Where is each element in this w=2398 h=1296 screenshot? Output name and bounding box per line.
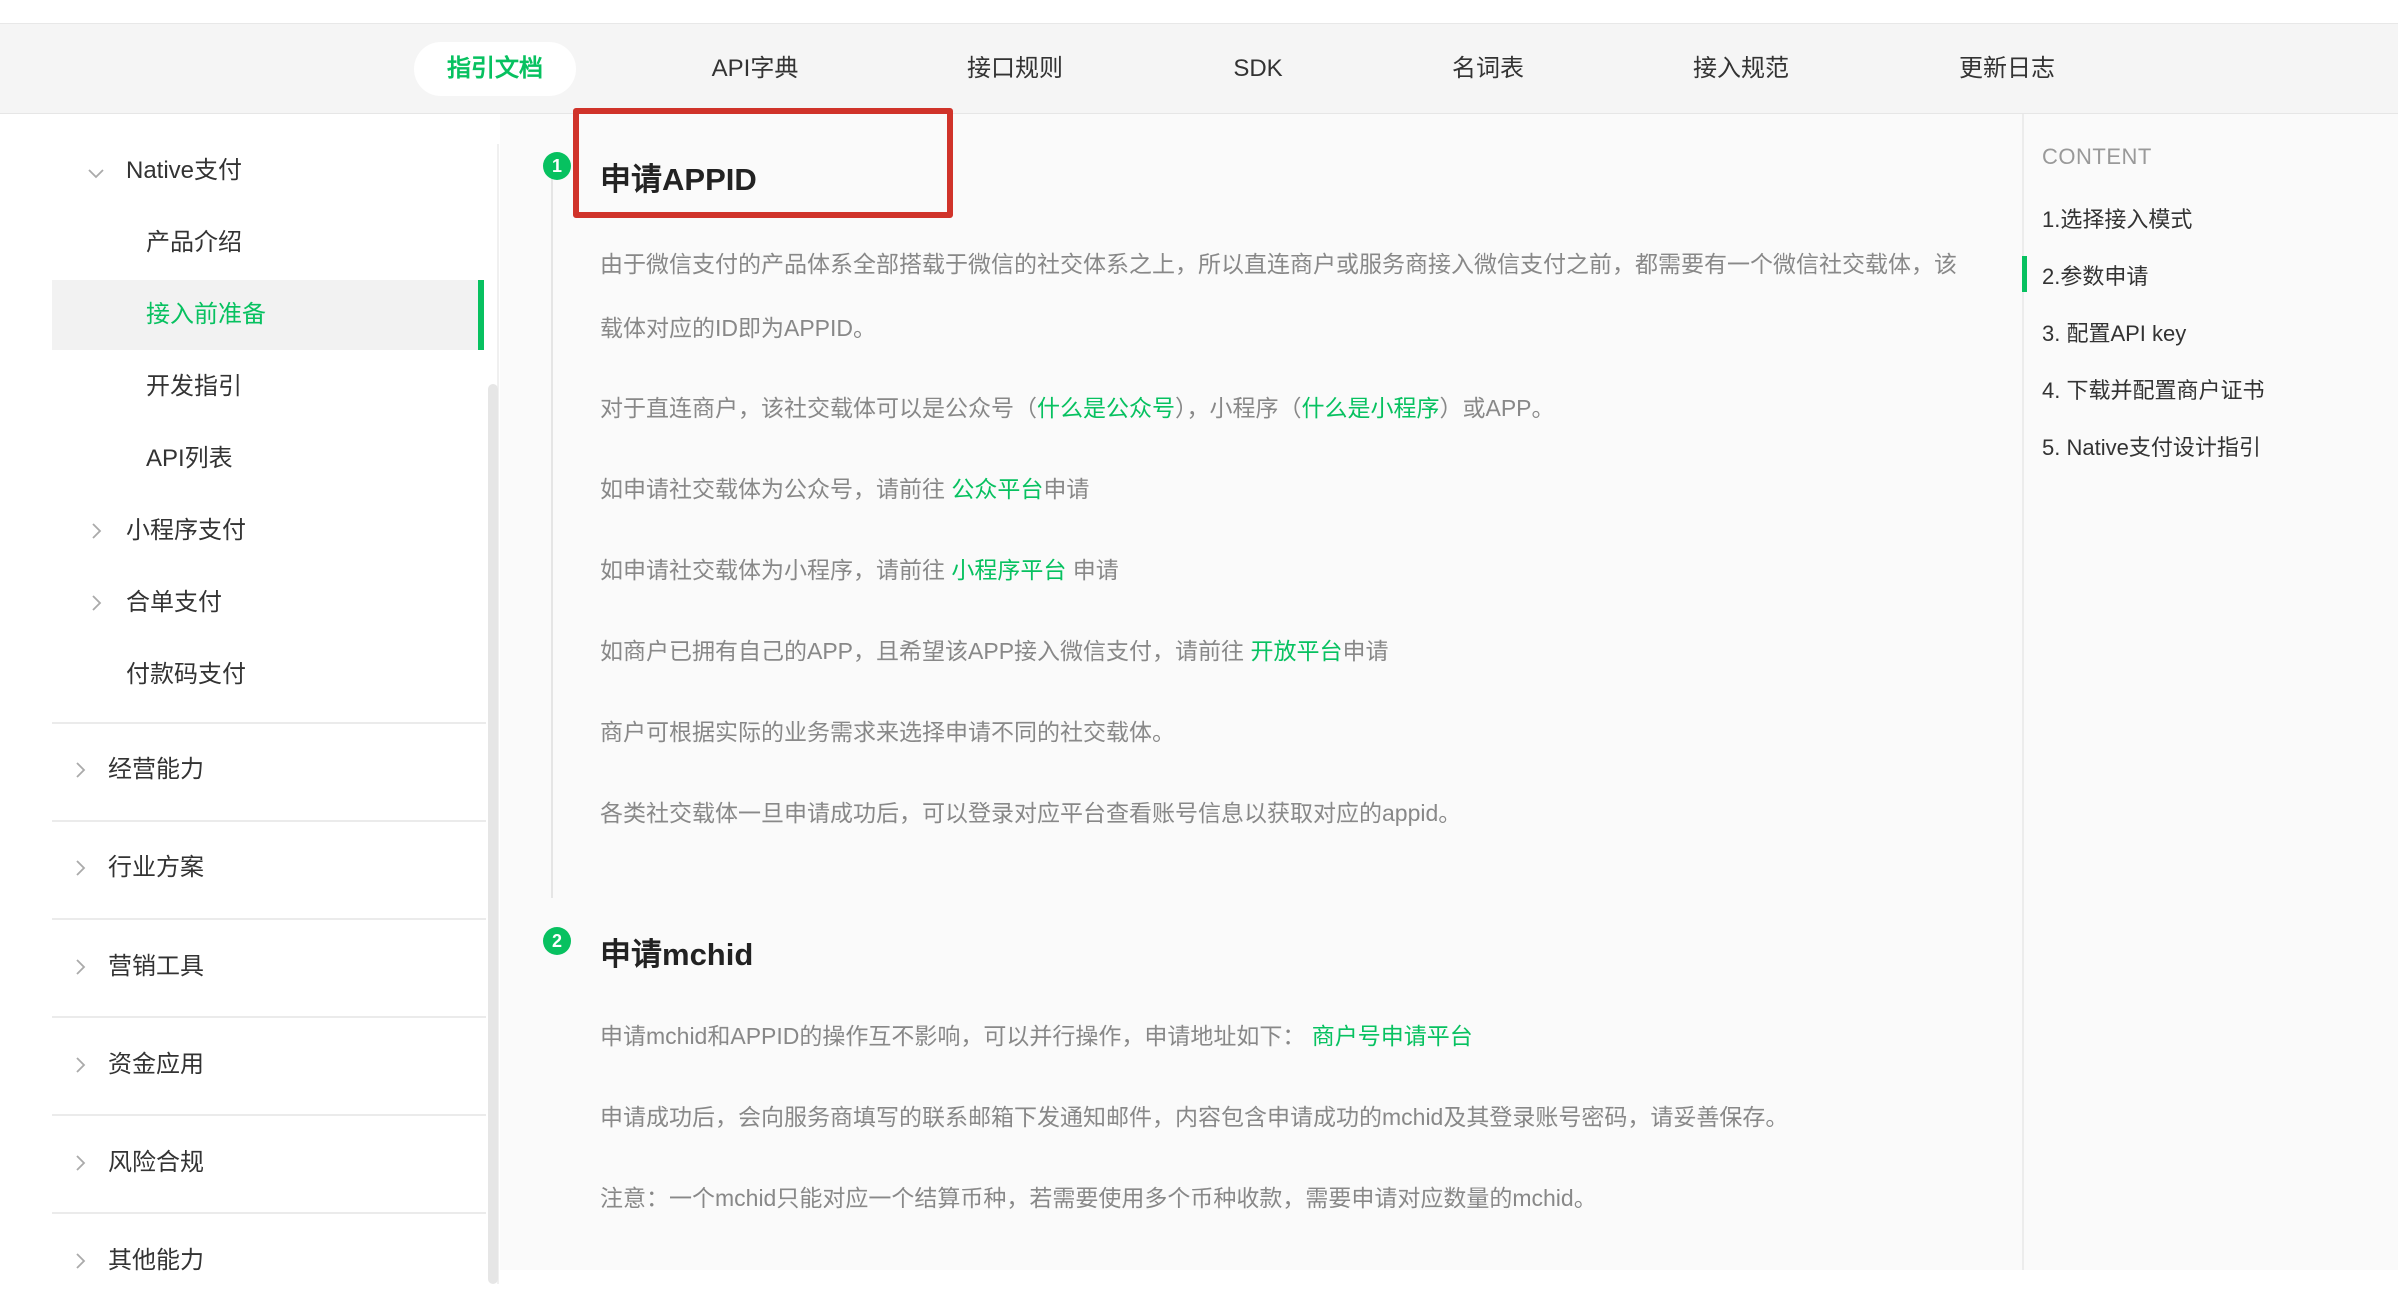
section-title-mchid: 申请mchid (600, 937, 754, 972)
sidebar-group-other[interactable]: 其他能力 (108, 1226, 204, 1296)
step-badge: 2 (543, 927, 571, 955)
link-open-platform[interactable]: 开放平台 (1250, 638, 1342, 664)
text: ）或APP。 (1439, 395, 1555, 421)
link-official-platform[interactable]: 公众平台 (951, 476, 1043, 502)
text: 如商户已拥有自己的APP，且希望该APP接入微信支付，请前往 (600, 638, 1251, 664)
chevron-right-icon[interactable] (86, 521, 106, 541)
paragraph: 对于直连商户，该社交载体可以是公众号（什么是公众号），小程序（什么是小程序）或A… (600, 376, 1960, 440)
text: 如申请社交载体为小程序，请前往 (600, 557, 952, 583)
nav-tab-guide[interactable]: 指引文档 (414, 42, 576, 96)
top-nav: 指引文档 API字典 接口规则 SDK 名词表 接入规范 更新日志 (0, 24, 2398, 114)
chevron-down-icon[interactable] (86, 163, 106, 183)
sidebar-item-api-list[interactable]: API列表 (146, 424, 233, 494)
paragraph: 如申请社交载体为公众号，请前往 公众平台申请 (600, 457, 1960, 521)
timeline-line (551, 168, 553, 898)
toc-item-params[interactable]: 2.参数申请 (2042, 259, 2148, 291)
sidebar-item-prep[interactable]: 接入前准备 (146, 280, 266, 350)
paragraph: 申请mchid和APPID的操作互不影响，可以并行操作，申请地址如下： 商户号申… (600, 1004, 1960, 1068)
toc-item-apikey[interactable]: 3. 配置API key (2042, 316, 2186, 348)
chevron-right-icon[interactable] (70, 1153, 90, 1173)
link-what-is-miniprogram[interactable]: 什么是小程序 (1302, 395, 1440, 421)
divider (52, 1016, 486, 1018)
nav-tab-sdk[interactable]: SDK (1183, 42, 1333, 96)
toc-item-mode[interactable]: 1.选择接入模式 (2042, 202, 2192, 234)
chevron-right-icon[interactable] (70, 1251, 90, 1271)
step-badge: 1 (543, 152, 571, 180)
sidebar-item-combine[interactable]: 合单支付 (126, 568, 222, 638)
sidebar-group-risk[interactable]: 风险合规 (108, 1128, 204, 1198)
toc-heading: CONTENT (2042, 144, 2152, 169)
nav-tab-changelog[interactable]: 更新日志 (1932, 42, 2082, 96)
chevron-right-icon[interactable] (70, 858, 90, 878)
sidebar-scrollbar[interactable] (488, 384, 498, 1284)
toc-item-cert[interactable]: 4. 下载并配置商户证书 (2042, 373, 2264, 405)
text: 申请mchid和APPID的操作互不影响，可以并行操作，申请地址如下： (600, 1023, 1312, 1049)
highlight-box (573, 108, 953, 218)
chevron-right-icon[interactable] (70, 1055, 90, 1075)
divider (52, 918, 486, 920)
sidebar-group-marketing[interactable]: 营销工具 (108, 932, 204, 1002)
sidebar-group-industry[interactable]: 行业方案 (108, 833, 204, 903)
link-what-is-official-account[interactable]: 什么是公众号 (1037, 395, 1175, 421)
sidebar-group-business[interactable]: 经营能力 (108, 735, 204, 805)
nav-tab-spec[interactable]: 接入规范 (1666, 42, 1816, 96)
nav-tab-rules[interactable]: 接口规则 (940, 42, 1090, 96)
text: 对于直连商户，该社交载体可以是公众号（ (600, 395, 1037, 421)
text: 申请 (1043, 476, 1090, 502)
divider (52, 1114, 486, 1116)
toc-active-bar (2022, 256, 2027, 292)
sidebar-active-bg (52, 280, 484, 350)
link-miniprogram-platform[interactable]: 小程序平台 (951, 557, 1066, 583)
nav-tab-api[interactable]: API字典 (680, 42, 830, 96)
divider (52, 820, 486, 822)
chevron-right-icon[interactable] (70, 760, 90, 780)
top-strip (0, 0, 2398, 24)
paragraph: 由于微信支付的产品体系全部搭载于微信的社交体系之上，所以直连商户或服务商接入微信… (600, 251, 1957, 341)
paragraph: 申请成功后，会向服务商填写的联系邮箱下发通知邮件，内容包含申请成功的mchid及… (600, 1104, 1789, 1130)
sidebar-item-dev-guide[interactable]: 开发指引 (146, 352, 242, 422)
sidebar-item-native[interactable]: Native支付 (126, 136, 242, 206)
paragraph: 商户可根据实际的业务需求来选择申请不同的社交载体。 (600, 719, 1175, 745)
sidebar-item-paycode[interactable]: 付款码支付 (126, 640, 246, 710)
sidebar-item-miniprogram[interactable]: 小程序支付 (126, 496, 246, 566)
divider (52, 1212, 486, 1214)
paragraph: 如商户已拥有自己的APP，且希望该APP接入微信支付，请前往 开放平台申请 (600, 619, 1960, 683)
sidebar-item-intro[interactable]: 产品介绍 (146, 208, 242, 278)
text: 申请 (1066, 557, 1119, 583)
text: ），小程序（ (1175, 395, 1302, 421)
sidebar-group-funds[interactable]: 资金应用 (108, 1030, 204, 1100)
paragraph: 各类社交载体一旦申请成功后，可以登录对应平台查看账号信息以获取对应的appid。 (600, 800, 1462, 826)
text: 如申请社交载体为公众号，请前往 (600, 476, 952, 502)
link-merchant-apply[interactable]: 商户号申请平台 (1312, 1023, 1473, 1049)
chevron-right-icon[interactable] (70, 957, 90, 977)
divider (52, 722, 486, 724)
chevron-right-icon[interactable] (86, 593, 106, 613)
paragraph: 如申请社交载体为小程序，请前往 小程序平台 申请 (600, 538, 1960, 602)
text: 申请 (1342, 638, 1389, 664)
sidebar-active-bar (478, 280, 484, 350)
paragraph: 注意：一个mchid只能对应一个结算币种，若需要使用多个币种收款，需要申请对应数… (600, 1185, 1597, 1211)
nav-tab-glossary[interactable]: 名词表 (1413, 42, 1563, 96)
toc-item-design[interactable]: 5. Native支付设计指引 (2042, 430, 2261, 462)
